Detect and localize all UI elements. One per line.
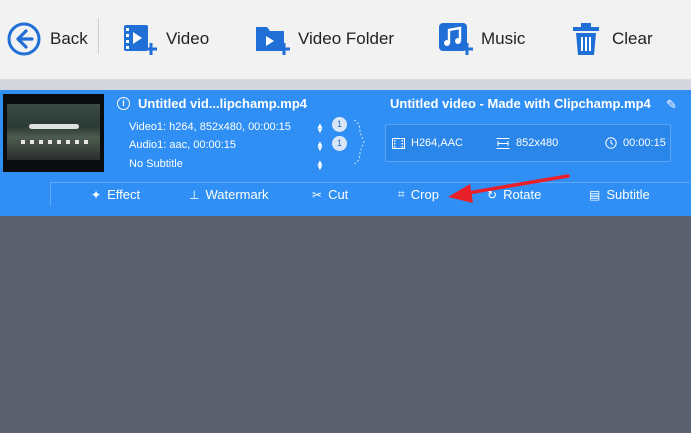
rotate-button[interactable]: ↻ Rotate	[487, 187, 541, 202]
audio-track-selector-icon[interactable]: ▲ ▼	[316, 140, 324, 153]
video-folder-label: Video Folder	[298, 29, 395, 48]
crop-label: Crop	[410, 187, 439, 202]
video-track-count-badge: 1	[332, 117, 347, 132]
list-header-strip	[0, 80, 691, 90]
edit-tools-bar: ✦ Effect ⊥ Watermark ✂ Cut ⌗ Crop ↻ Rota…	[50, 182, 690, 206]
info-icon[interactable]: i	[117, 97, 130, 110]
subtitle-track-info: No Subtitle	[129, 158, 183, 170]
toolbar-divider	[98, 18, 99, 54]
source-file-name: Untitled vid...lipchamp.mp4	[138, 96, 308, 111]
audio-track-info: Audio1: aac, 00:00:15	[129, 139, 237, 151]
add-video-button[interactable]: Video	[122, 18, 209, 60]
music-label: Music	[481, 29, 526, 48]
video-label: Video	[166, 29, 210, 48]
output-codec: H264,AAC	[392, 137, 463, 149]
subtitle-icon: ▤	[589, 187, 601, 202]
output-settings-box[interactable]: H264,AAC 852x480 00:00:15	[385, 124, 671, 162]
video-item-panel[interactable]: i Untitled vid...lipchamp.mp4 Video1: h2…	[0, 90, 691, 216]
effect-label: Effect	[107, 187, 141, 202]
add-video-folder-button[interactable]: Video Folder	[254, 18, 394, 60]
trash-icon	[573, 23, 599, 55]
back-button[interactable]: Back	[6, 18, 88, 60]
clock-icon	[605, 137, 617, 149]
resolution-icon	[496, 137, 510, 149]
source-file-title: i Untitled vid...lipchamp.mp4	[117, 96, 307, 111]
rotate-label: Rotate	[503, 187, 542, 202]
add-video-icon	[124, 25, 157, 55]
video-track-info: Video1: h264, 852x480, 00:00:15	[129, 121, 291, 133]
add-music-icon	[439, 23, 473, 55]
watermark-button[interactable]: ⊥ Watermark	[189, 187, 269, 202]
subtitle-button[interactable]: ▤ Subtitle	[589, 187, 650, 202]
subtitle-selector-icon[interactable]: ▲ ▼	[316, 159, 324, 172]
thumbnail-search-bar	[29, 124, 79, 129]
film-icon	[392, 137, 405, 149]
back-label: Back	[50, 29, 88, 48]
back-arrow-icon	[7, 22, 41, 56]
video-folder-icon	[256, 27, 290, 55]
video-thumbnail[interactable]	[3, 94, 104, 172]
main-toolbar: Back Video Video Folder Music Clear	[0, 0, 691, 80]
stamp-icon: ⊥	[189, 187, 200, 202]
thumbnail-image	[7, 104, 100, 160]
cut-label: Cut	[328, 187, 349, 202]
cut-button[interactable]: ✂ Cut	[312, 187, 348, 202]
output-duration: 00:00:15	[605, 137, 666, 149]
add-music-button[interactable]: Music	[437, 18, 525, 60]
audio-track-count-badge: 1	[332, 136, 347, 151]
clear-button[interactable]: Clear	[568, 18, 653, 60]
subtitle-label: Subtitle	[606, 187, 650, 202]
output-codec-label: H264,AAC	[411, 137, 463, 149]
watermark-label: Watermark	[205, 187, 269, 202]
effect-button[interactable]: ✦ Effect	[91, 187, 140, 202]
output-resolution: 852x480	[496, 137, 558, 149]
crop-button[interactable]: ⌗ Crop	[398, 187, 439, 202]
scissors-icon: ✂	[312, 187, 323, 202]
clear-label: Clear	[612, 29, 653, 48]
thumbnail-shortcut-row	[21, 140, 91, 144]
output-duration-label: 00:00:15	[623, 137, 666, 149]
rotate-icon: ↻	[487, 187, 498, 202]
output-file-title[interactable]: Untitled video - Made with Clipchamp.mp4	[390, 96, 651, 111]
video-track-selector-icon[interactable]: ▲ ▼	[316, 122, 324, 135]
track-bracket-icon	[353, 120, 365, 164]
crop-icon: ⌗	[398, 187, 405, 201]
edit-pencil-icon[interactable]: ✎	[666, 97, 677, 113]
output-resolution-label: 852x480	[516, 137, 559, 149]
magic-wand-icon: ✦	[91, 187, 102, 202]
